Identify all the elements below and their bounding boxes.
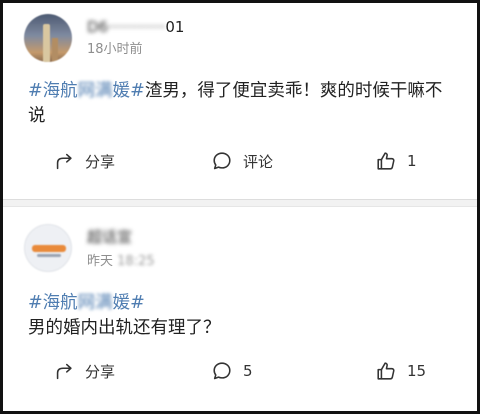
share-arrow-icon xyxy=(56,153,72,170)
avatar-image-detail xyxy=(32,245,66,252)
comment-count: 5 xyxy=(243,362,253,380)
topic-hashtag[interactable]: #海航网满媛# xyxy=(28,291,458,316)
share-arrow-icon xyxy=(56,363,72,380)
time-blurred: 18:25 xyxy=(117,254,155,269)
share-button[interactable]: 分享 xyxy=(53,356,115,386)
post-content: #海航网满媛#渣男，得了便宜卖乖！爽的时候干嘛不说 xyxy=(28,79,458,129)
post-time: 昨天 18:25 xyxy=(87,253,155,271)
comment-bubble-icon xyxy=(213,362,231,380)
username-visible: 01 xyxy=(165,18,185,36)
topic-hashtag[interactable]: #海航网满媛# xyxy=(28,81,145,101)
avatar-image-detail xyxy=(37,254,61,257)
post-time: 18小时前 xyxy=(87,42,143,57)
post-card: D6············01 18小时前 #海航网满媛#渣男，得了便宜卖乖！… xyxy=(3,3,477,199)
comment-button[interactable]: 评论 xyxy=(211,146,273,176)
post-divider xyxy=(3,199,477,207)
username-blurred: D6············ xyxy=(87,18,166,36)
username[interactable]: 超话宣 xyxy=(87,227,132,247)
share-button[interactable]: 分享 xyxy=(53,146,115,176)
share-label: 分享 xyxy=(85,152,116,171)
comment-label: 评论 xyxy=(243,152,274,171)
username[interactable]: D6············01 xyxy=(87,17,184,37)
share-label: 分享 xyxy=(85,362,116,381)
hashtag-text: 媛# xyxy=(112,81,145,101)
hashtag-text: #海航 xyxy=(28,293,78,313)
hashtag-text: 媛# xyxy=(112,293,145,313)
feed-screenshot: D6············01 18小时前 #海航网满媛#渣男，得了便宜卖乖！… xyxy=(0,0,480,414)
comment-button[interactable]: 5 xyxy=(211,356,253,386)
action-bar: 分享 5 15 xyxy=(3,356,477,386)
hashtag-text: #海航 xyxy=(28,81,78,101)
thumbs-up-icon xyxy=(377,362,395,380)
avatar-image-detail xyxy=(43,24,50,62)
time-day: 昨天 xyxy=(87,254,114,269)
like-button[interactable]: 1 xyxy=(375,146,417,176)
user-avatar[interactable] xyxy=(24,224,72,272)
hashtag-blurred: 网满 xyxy=(77,293,113,313)
thumbs-up-icon xyxy=(377,152,395,170)
hashtag-blurred: 网满 xyxy=(77,81,113,101)
username-blurred: 超话宣 xyxy=(87,228,133,246)
post-text: 男的婚内出轨还有理了？ xyxy=(28,318,221,338)
comment-bubble-icon xyxy=(213,152,231,170)
user-avatar[interactable] xyxy=(24,14,72,62)
action-bar: 分享 评论 1 xyxy=(3,146,477,176)
like-button[interactable]: 15 xyxy=(375,356,426,386)
like-count: 1 xyxy=(407,152,417,170)
post-content: #海航网满媛# 男的婚内出轨还有理了？ xyxy=(28,291,458,341)
avatar-image-detail xyxy=(52,38,58,62)
post-card: 超话宣 昨天 18:25 #海航网满媛# 男的婚内出轨还有理了？ 分享 5 15 xyxy=(3,207,477,411)
like-count: 15 xyxy=(407,362,427,380)
